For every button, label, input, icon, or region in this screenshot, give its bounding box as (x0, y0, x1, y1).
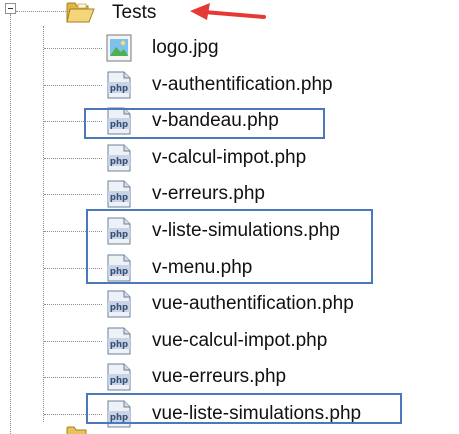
svg-text:php: php (110, 193, 128, 203)
tree-guide-branch (44, 85, 102, 86)
svg-text:php: php (110, 157, 128, 167)
file-name[interactable]: logo.jpg (152, 37, 219, 59)
highlight-box-vue-liste (86, 393, 402, 424)
file-name[interactable]: v-calcul-impot.php (152, 147, 306, 169)
tree-guide-branch (44, 158, 102, 159)
tree-guide-outer (10, 14, 11, 434)
tree-guide-branch (44, 304, 102, 305)
folder-open-icon (66, 0, 96, 24)
file-name[interactable]: vue-calcul-impot.php (152, 330, 327, 352)
file-name[interactable]: v-authentification.php (152, 74, 333, 96)
tree-guide-folder (16, 11, 66, 12)
image-file-icon (104, 33, 134, 63)
svg-text:php: php (110, 303, 128, 313)
tree-guide-branch (44, 377, 102, 378)
file-name[interactable]: vue-erreurs.php (152, 366, 286, 388)
file-name[interactable]: vue-authentification.php (152, 293, 354, 315)
php-file-icon: php (104, 326, 134, 356)
php-file-icon: php (104, 70, 134, 100)
highlight-box-liste-menu (86, 209, 373, 284)
folder-icon (66, 425, 88, 434)
svg-text:php: php (110, 340, 128, 350)
file-tree: Tests logo.jpg php v-authentification.php p… (0, 0, 459, 434)
annotation-arrow-icon (190, 3, 266, 20)
svg-text:php: php (110, 376, 128, 386)
tree-guide-branch (44, 194, 102, 195)
tree-guide-branch (44, 48, 102, 49)
folder-name[interactable]: Tests (112, 2, 156, 24)
highlight-box-bandeau (84, 108, 325, 139)
php-file-icon: php (104, 179, 134, 209)
php-file-icon: php (104, 143, 134, 173)
file-name[interactable]: v-erreurs.php (152, 183, 265, 205)
php-file-icon: php (104, 362, 134, 392)
collapse-toggle[interactable] (5, 3, 16, 14)
svg-text:php: php (110, 84, 128, 94)
php-file-icon: php (104, 289, 134, 319)
tree-guide-branch (44, 341, 102, 342)
